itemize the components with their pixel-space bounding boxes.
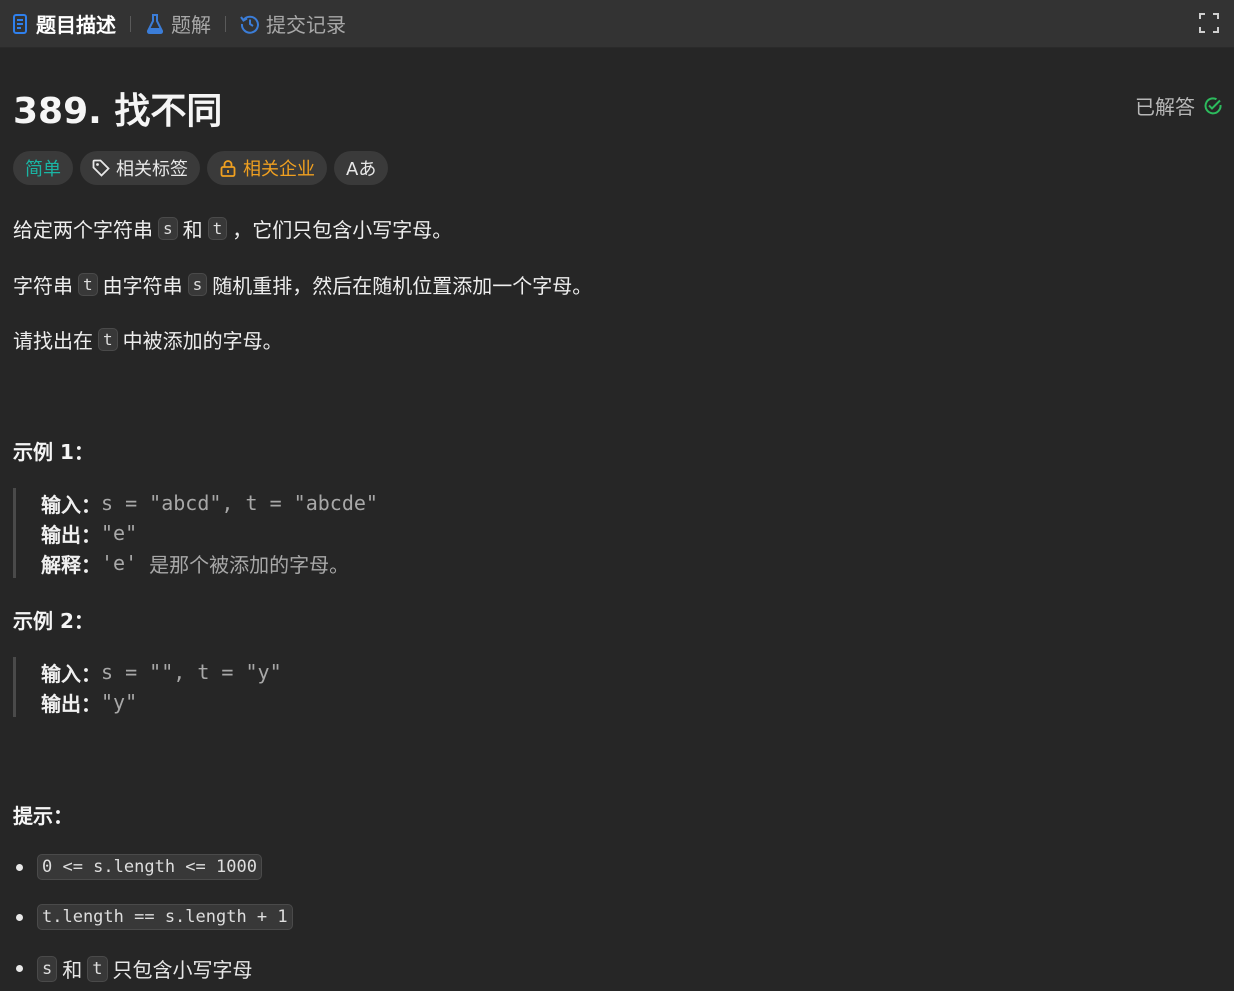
example-1-input: 输入： s = "abcd", t = "abcde" [41, 488, 378, 518]
tab-description-label: 题目描述 [36, 13, 116, 37]
tab-description[interactable]: 题目描述 [10, 0, 116, 48]
solved-label: 已解答 [1135, 95, 1195, 119]
text: ，它们只包含小写字母。 [232, 218, 453, 242]
example-1-heading: 示例 1： [13, 440, 94, 464]
check-circle-icon [1203, 96, 1223, 116]
related-companies-button[interactable]: 相关企业 [207, 151, 327, 185]
inline-code: t [98, 328, 118, 351]
description-paragraph-3: 请找出在 t 中被添加的字母。 [13, 325, 283, 354]
description-paragraph-1: 给定两个字符串 s 和 t ，它们只包含小写字母。 [13, 214, 452, 243]
example-2-block: 输入： s = "", t = "y" 输出： "y" [13, 657, 282, 717]
example-2-output: 输出： "y" [41, 687, 282, 717]
input-value: s = "", t = "y" [101, 660, 282, 684]
inline-code: t [207, 217, 228, 240]
related-tags-label: 相关标签 [116, 159, 188, 180]
text: 和 [62, 958, 83, 982]
text: 中被添加的字母。 [122, 329, 283, 353]
text: 给定两个字符串 [13, 218, 153, 242]
example-2-input: 输入： s = "", t = "y" [41, 657, 282, 687]
constraint-item: 0 <= s.length <= 1000 [13, 854, 267, 880]
example-2-heading: 示例 2： [13, 609, 94, 633]
tab-submissions[interactable]: 提交记录 [240, 0, 346, 48]
difficulty-badge[interactable]: 简单 [13, 151, 73, 185]
output-label: 输出： [41, 522, 101, 547]
constraint-item: t.length == s.length + 1 [13, 904, 298, 930]
inline-code: t [87, 955, 108, 982]
text: 和 [182, 218, 203, 242]
lock-icon [219, 159, 237, 177]
tag-icon [92, 159, 110, 177]
description-icon [10, 13, 30, 35]
example-1-output: 输出： "e" [41, 518, 378, 548]
bullet [16, 965, 23, 972]
text: 字符串 [13, 274, 73, 298]
output-value: "e" [101, 521, 138, 545]
tab-divider [130, 15, 131, 32]
inline-code: t [78, 273, 98, 296]
translate-icon[interactable]: Aあ [334, 151, 389, 185]
example-1-explanation: 解释： 'e' 是那个被添加的字母。 [41, 548, 378, 578]
inline-code: s [37, 955, 58, 982]
input-label: 输入： [41, 492, 101, 517]
description-paragraph-2: 字符串 t 由字符串 s 随机重排，然后在随机位置添加一个字母。 [13, 270, 592, 299]
text: 请找出在 [13, 329, 93, 353]
input-label: 输入： [41, 661, 101, 686]
tab-divider [225, 15, 226, 32]
output-label: 输出： [41, 691, 101, 716]
language-toggle-label: Aあ [346, 159, 377, 180]
constraints-heading: 提示： [13, 804, 73, 828]
fullscreen-icon[interactable] [1198, 12, 1220, 34]
input-value: s = "abcd", t = "abcde" [101, 491, 378, 515]
related-tags-button[interactable]: 相关标签 [80, 151, 200, 185]
tab-submissions-label: 提交记录 [266, 13, 346, 37]
bullet [16, 913, 23, 921]
text: 只包含小写字母 [112, 958, 253, 982]
tag-row: 简单 相关标签 相关企业 Aあ [13, 151, 389, 185]
tab-solutions-label: 题解 [171, 13, 211, 37]
inline-code: 0 <= s.length <= 1000 [37, 854, 262, 880]
text: 由字符串 [102, 274, 183, 298]
flask-icon [145, 13, 165, 35]
explanation-code: 'e' [101, 551, 138, 575]
problem-title: 389. 找不同 [13, 91, 223, 132]
related-companies-label: 相关企业 [243, 159, 315, 180]
constraint-item: s 和 t 只包含小写字母 [13, 954, 253, 983]
inline-code: s [158, 217, 178, 240]
explanation-label: 解释： [41, 552, 101, 577]
text: 随机重排，然后在随机位置添加一个字母。 [212, 274, 593, 298]
explanation-text: 是那个被添加的字母。 [149, 552, 350, 577]
bullet [16, 863, 23, 871]
output-value: "y" [101, 690, 138, 714]
history-icon [240, 13, 260, 35]
tab-bar: 题目描述 题解 提交记录 [0, 0, 1234, 48]
solved-status: 已解答 [1135, 91, 1223, 120]
inline-code: t.length == s.length + 1 [37, 904, 293, 930]
tab-solutions[interactable]: 题解 [145, 0, 211, 48]
example-1-block: 输入： s = "abcd", t = "abcde" 输出： "e" 解释： … [13, 488, 378, 578]
inline-code: s [187, 273, 208, 296]
